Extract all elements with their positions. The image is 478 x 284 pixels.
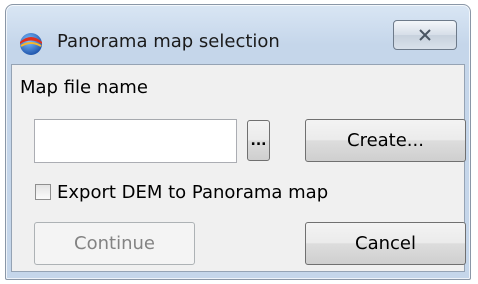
map-file-name-label: Map file name <box>20 77 148 98</box>
export-dem-label: Export DEM to Panorama map <box>57 182 329 203</box>
panorama-globe-icon <box>20 33 42 55</box>
export-dem-checkbox[interactable] <box>35 184 51 200</box>
dialog-title: Panorama map selection <box>57 31 280 52</box>
continue-button[interactable]: Continue <box>34 222 195 265</box>
cancel-button[interactable]: Cancel <box>305 222 466 265</box>
map-file-name-input[interactable] <box>34 119 237 163</box>
close-button[interactable] <box>393 20 457 50</box>
create-button[interactable]: Create... <box>305 119 466 162</box>
close-icon <box>419 29 431 41</box>
browse-button[interactable]: ... <box>247 120 270 161</box>
